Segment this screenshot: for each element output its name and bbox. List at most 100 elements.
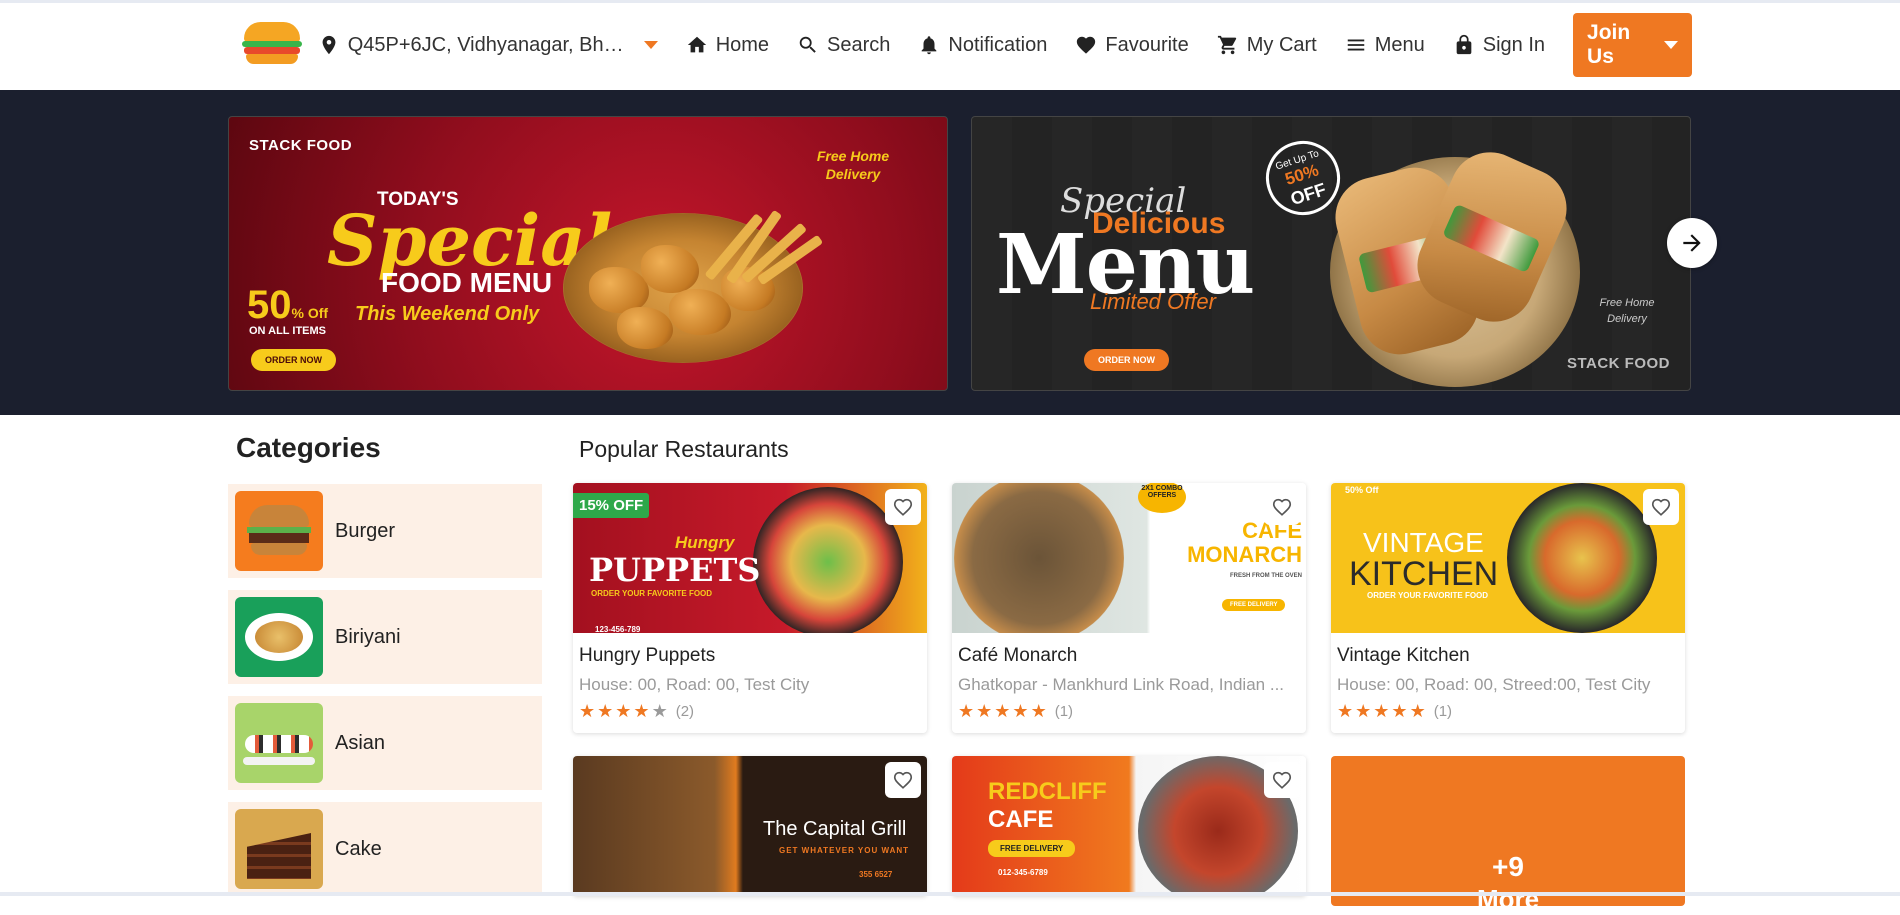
restaurant-image: 50% Off VINTAGE KITCHEN ORDER YOUR FAVOR… bbox=[1331, 483, 1685, 633]
discount-badge: 15% OFF bbox=[573, 493, 650, 518]
free-delivery-text: Free Home Delivery bbox=[816, 148, 890, 182]
category-item-asian[interactable]: Asian bbox=[228, 696, 542, 790]
star-icon: ★ bbox=[633, 701, 650, 721]
restaurant-image: REDCLIFF CAFE FREE DELIVERY 012-345-6789 bbox=[952, 756, 1306, 896]
burger-category-image bbox=[235, 491, 323, 571]
restaurant-card-cafe-monarch[interactable]: 2X1 COMBO OFFERS CAFE MONARCH FRESH FROM… bbox=[952, 483, 1306, 733]
order-now-button[interactable]: ORDER NOW bbox=[1084, 349, 1169, 371]
restaurant-address: House: 00, Road: 00, Test City bbox=[579, 675, 810, 694]
restaurant-name: Vintage Kitchen bbox=[1337, 645, 1470, 666]
restaurant-card-vintage-kitchen[interactable]: 50% Off VINTAGE KITCHEN ORDER YOUR FAVOR… bbox=[1331, 483, 1685, 733]
category-item-burger[interactable]: Burger bbox=[228, 484, 542, 578]
categories-panel: Categories Burger Biriyani Asian Cake bbox=[228, 418, 542, 896]
join-us-button[interactable]: Join Us bbox=[1573, 13, 1692, 77]
restaurant-card-hungry-puppets[interactable]: Hungry PUPPETS ORDER YOUR FAVORITE FOOD … bbox=[573, 483, 927, 733]
carousel-next-button[interactable] bbox=[1667, 218, 1717, 268]
nav-menu[interactable]: Menu bbox=[1345, 34, 1425, 57]
star-icon: ★ bbox=[1373, 701, 1390, 721]
category-label: Asian bbox=[335, 731, 386, 754]
star-half-icon: ★ bbox=[651, 701, 668, 721]
star-icon: ★ bbox=[976, 701, 993, 721]
nav-notification[interactable]: Notification bbox=[918, 34, 1047, 57]
nav-cart[interactable]: My Cart bbox=[1217, 34, 1317, 57]
chevron-down-icon bbox=[643, 41, 658, 49]
nav-notification-label: Notification bbox=[948, 33, 1048, 56]
promo-discount: 50% Off bbox=[247, 283, 329, 327]
nav-signin-label: Sign In bbox=[1482, 33, 1546, 56]
categories-title: Categories bbox=[236, 432, 381, 463]
location-pin-icon bbox=[322, 35, 336, 55]
rating-count: (1) bbox=[1054, 702, 1074, 720]
nav-home[interactable]: Home bbox=[686, 34, 769, 57]
nav-menu-label: Menu bbox=[1374, 33, 1425, 56]
rating-count: (1) bbox=[1433, 702, 1453, 720]
heart-outline-icon bbox=[893, 498, 913, 516]
star-icon: ★ bbox=[958, 701, 975, 721]
popular-restaurants-title: Popular Restaurants bbox=[579, 436, 789, 462]
bottom-border bbox=[0, 892, 1900, 896]
favourite-button[interactable] bbox=[1264, 489, 1300, 525]
restaurant-name: Café Monarch bbox=[958, 645, 1078, 666]
more-restaurants-card[interactable]: +9 More bbox=[1331, 756, 1685, 914]
rating-stars: ★ ★ ★ ★ ★ (2) bbox=[579, 702, 694, 720]
nav-menu: Q45P+6JC, Vidhyanagar, Bhav... Home Sear… bbox=[318, 13, 1692, 77]
favourite-button[interactable] bbox=[1643, 489, 1679, 525]
promo-limited-text: Limited Offer bbox=[1090, 289, 1216, 314]
nav-favourite[interactable]: Favourite bbox=[1075, 33, 1189, 57]
biriyani-category-image bbox=[235, 597, 323, 677]
more-count: +9 bbox=[1492, 851, 1524, 882]
nav-favourite-label: Favourite bbox=[1105, 33, 1189, 56]
category-label: Burger bbox=[335, 519, 396, 542]
star-icon: ★ bbox=[1012, 701, 1029, 721]
restaurant-card-capital-grill[interactable]: The Capital Grill GET WHATEVER YOU WANT … bbox=[573, 756, 927, 896]
asian-category-image bbox=[235, 703, 323, 783]
location-selector[interactable]: Q45P+6JC, Vidhyanagar, Bhav... bbox=[318, 34, 658, 57]
category-item-biriyani[interactable]: Biriyani bbox=[228, 590, 542, 684]
nav-cart-label: My Cart bbox=[1246, 33, 1317, 56]
nav-search[interactable]: Search bbox=[797, 34, 890, 57]
star-icon: ★ bbox=[1391, 701, 1408, 721]
restaurant-name: Hungry Puppets bbox=[579, 645, 716, 666]
cake-category-image bbox=[235, 809, 323, 889]
restaurant-address: House: 00, Road: 00, Streed:00, Test Cit… bbox=[1337, 675, 1651, 694]
restaurant-image: The Capital Grill GET WHATEVER YOU WANT … bbox=[573, 756, 927, 896]
heart-outline-icon bbox=[1272, 771, 1292, 789]
star-icon: ★ bbox=[994, 701, 1011, 721]
cart-icon bbox=[1217, 35, 1236, 55]
hamburger-menu-icon bbox=[1347, 39, 1364, 51]
favourite-button[interactable] bbox=[1264, 762, 1300, 798]
promo-today-text: TODAY'S bbox=[377, 189, 459, 210]
heart-outline-icon bbox=[893, 771, 913, 789]
nav-home-label: Home bbox=[715, 33, 770, 56]
chevron-down-icon bbox=[1664, 41, 1678, 49]
favourite-button[interactable] bbox=[885, 489, 921, 525]
promo-food-menu-text: FOOD MENU bbox=[381, 267, 553, 298]
category-label: Cake bbox=[335, 837, 382, 860]
restaurant-address: Ghatkopar - Mankhurd Link Road, Indian .… bbox=[958, 675, 1285, 694]
heart-icon bbox=[1077, 36, 1096, 54]
brand-logo-text: STACK FOOD bbox=[1566, 355, 1670, 372]
promo-all-items: ON ALL ITEMS bbox=[249, 325, 326, 337]
more-label: More bbox=[1476, 884, 1540, 914]
promo-banner-special-food[interactable]: STACK FOOD Special TODAY'S FOOD MENU Thi… bbox=[228, 116, 948, 391]
top-navbar: Q45P+6JC, Vidhyanagar, Bhav... Home Sear… bbox=[228, 12, 1692, 78]
category-item-cake[interactable]: Cake bbox=[228, 802, 542, 896]
restaurant-image: 2X1 COMBO OFFERS CAFE MONARCH FRESH FROM… bbox=[952, 483, 1306, 633]
top-border bbox=[0, 0, 1900, 3]
order-now-button[interactable]: ORDER NOW bbox=[251, 349, 336, 371]
star-icon: ★ bbox=[1355, 701, 1372, 721]
heart-outline-icon bbox=[1651, 498, 1671, 516]
location-text: Q45P+6JC, Vidhyanagar, Bhav... bbox=[347, 33, 630, 56]
arrow-right-icon bbox=[1683, 234, 1701, 252]
search-icon bbox=[799, 36, 816, 53]
star-icon: ★ bbox=[597, 701, 614, 721]
burger-logo-icon[interactable] bbox=[240, 22, 304, 68]
rating-stars: ★ ★ ★ ★ ★ (1) bbox=[958, 702, 1073, 720]
brand-logo-text: STACK FOOD bbox=[249, 137, 353, 154]
promo-banner-delicious-menu[interactable]: Special Delicious Menu Limited Offer ORD… bbox=[971, 116, 1691, 391]
nav-signin[interactable]: Sign In bbox=[1453, 34, 1545, 57]
restaurant-card-redcliff-cafe[interactable]: REDCLIFF CAFE FREE DELIVERY 012-345-6789 bbox=[952, 756, 1306, 896]
home-icon bbox=[687, 36, 706, 53]
category-label: Biriyani bbox=[335, 625, 401, 648]
favourite-button[interactable] bbox=[885, 762, 921, 798]
